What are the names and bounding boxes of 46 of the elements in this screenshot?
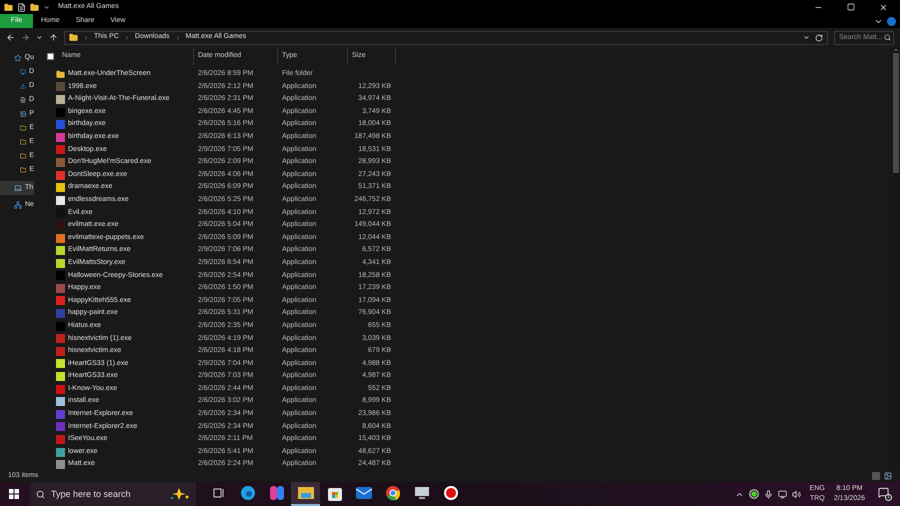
search-icon xyxy=(884,34,891,41)
search-icon xyxy=(36,490,45,498)
monitor-icon[interactable] xyxy=(414,486,430,500)
maximize-icon[interactable] xyxy=(847,3,855,11)
forward-icon[interactable] xyxy=(21,33,30,42)
taskbar-search-field[interactable]: Type here to search xyxy=(30,482,196,506)
chevron-icon xyxy=(174,34,181,40)
picture-icon xyxy=(20,110,26,118)
star-icon xyxy=(14,54,22,62)
document-icon xyxy=(20,96,26,104)
history-dropdown-icon[interactable] xyxy=(803,34,810,41)
close-icon[interactable] xyxy=(879,2,888,12)
microphone-icon[interactable] xyxy=(764,490,773,498)
speaker-icon[interactable] xyxy=(792,490,801,498)
taskbar-app[interactable] xyxy=(291,482,320,506)
task-view-icon[interactable] xyxy=(212,487,224,499)
store-bag-icon[interactable] xyxy=(328,485,342,501)
folder-icon xyxy=(20,124,26,132)
colorful-app-icon[interactable] xyxy=(268,485,284,501)
computer-icon xyxy=(14,184,22,192)
scroll-up-icon[interactable] xyxy=(892,47,898,53)
chevron-icon xyxy=(83,34,89,40)
chrome-browser-icon[interactable] xyxy=(384,485,400,501)
recent-locations-icon[interactable] xyxy=(36,34,43,41)
folder-icon[interactable] xyxy=(298,486,314,500)
download-icon xyxy=(20,82,26,90)
status-circle-icon[interactable] xyxy=(748,489,759,499)
large-icons-view-icon[interactable] xyxy=(884,472,892,480)
up-icon[interactable] xyxy=(49,33,58,42)
record-icon[interactable] xyxy=(442,485,458,501)
folder-icon xyxy=(69,33,78,42)
mail-icon[interactable] xyxy=(356,486,372,500)
desktop-icon xyxy=(20,68,26,76)
back-icon[interactable] xyxy=(6,33,15,42)
new-folder-icon[interactable] xyxy=(30,2,39,12)
refresh-icon[interactable] xyxy=(815,34,823,42)
folder-icon xyxy=(20,166,26,174)
caret-icon[interactable] xyxy=(43,4,50,10)
select-all-checkbox[interactable] xyxy=(47,52,54,60)
folder-icon xyxy=(20,138,26,146)
folder-icon xyxy=(20,152,26,160)
start-icon[interactable] xyxy=(9,489,19,499)
folder-icon xyxy=(4,2,13,12)
browser-icon[interactable] xyxy=(240,485,256,501)
chevron-icon xyxy=(124,34,130,40)
sparkle-icon xyxy=(170,488,190,500)
